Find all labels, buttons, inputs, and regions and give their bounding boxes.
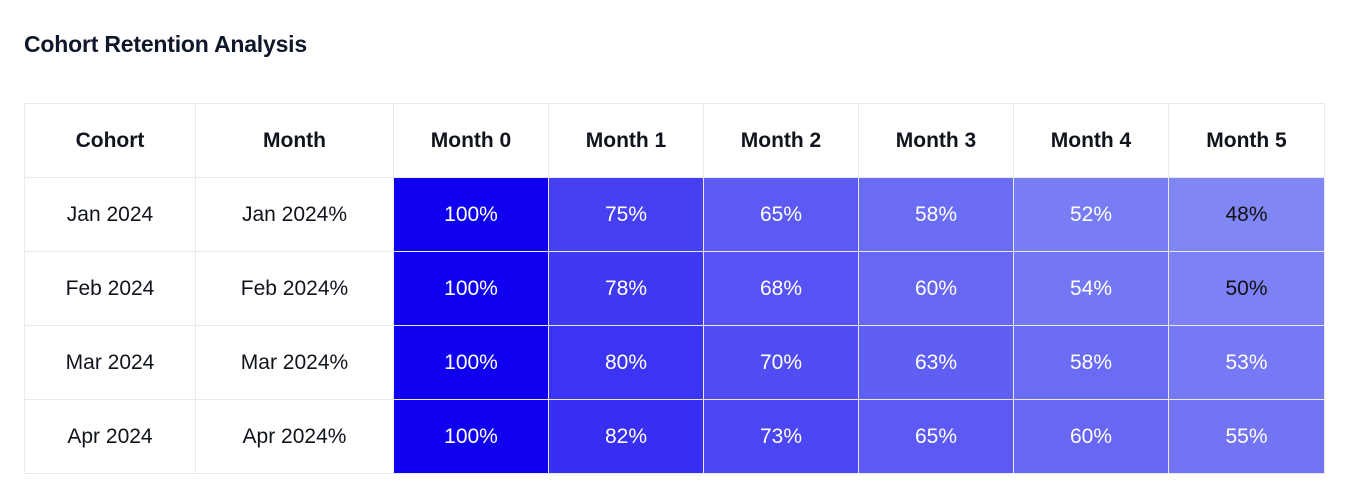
table-row: Mar 2024 Mar 2024% 100% 80% 70% 63% 58% 53%	[24, 325, 1325, 400]
heatmap-cell-m4: 58%	[1013, 325, 1169, 400]
cell-month: Apr 2024%	[195, 399, 394, 474]
heatmap-cell-m4: 54%	[1013, 251, 1169, 326]
table-header: Cohort Month Month 0 Month 1 Month 2 Mon…	[24, 103, 1325, 178]
heatmap-cell-m5: 48%	[1168, 177, 1325, 252]
column-header-cohort[interactable]: Cohort	[24, 103, 196, 178]
heatmap-cell-m0: 100%	[393, 251, 549, 326]
column-header-month-3[interactable]: Month 3	[858, 103, 1014, 178]
table-header-row: Cohort Month Month 0 Month 1 Month 2 Mon…	[24, 103, 1325, 178]
heatmap-cell-m3: 60%	[858, 251, 1014, 326]
table-row: Jan 2024 Jan 2024% 100% 75% 65% 58% 52% 48%	[24, 177, 1325, 252]
cohort-retention-table: Cohort Month Month 0 Month 1 Month 2 Mon…	[24, 103, 1325, 474]
cell-month: Feb 2024%	[195, 251, 394, 326]
heatmap-cell-m3: 65%	[858, 399, 1014, 474]
heatmap-cell-m3: 58%	[858, 177, 1014, 252]
cell-cohort: Mar 2024	[24, 325, 196, 400]
column-header-month-5[interactable]: Month 5	[1168, 103, 1325, 178]
heatmap-cell-m3: 63%	[858, 325, 1014, 400]
table-row: Apr 2024 Apr 2024% 100% 82% 73% 65% 60% 55%	[24, 399, 1325, 474]
heatmap-cell-m1: 78%	[548, 251, 704, 326]
cohort-table-container: Cohort Month Month 0 Month 1 Month 2 Mon…	[24, 103, 1325, 474]
table-body: Jan 2024 Jan 2024% 100% 75% 65% 58% 52% 48% Feb …	[24, 177, 1325, 474]
column-header-month-1[interactable]: Month 1	[548, 103, 704, 178]
column-header-month-0[interactable]: Month 0	[393, 103, 549, 178]
page-title: Cohort Retention Analysis	[24, 31, 307, 57]
heatmap-cell-m2: 65%	[703, 177, 859, 252]
heatmap-cell-m1: 75%	[548, 177, 704, 252]
heatmap-cell-m2: 68%	[703, 251, 859, 326]
cell-cohort: Feb 2024	[24, 251, 196, 326]
heatmap-cell-m5: 50%	[1168, 251, 1325, 326]
heatmap-cell-m1: 80%	[548, 325, 704, 400]
heatmap-cell-m5: 55%	[1168, 399, 1325, 474]
cohort-retention-panel: Cohort Retention Analysis Cohort Month M…	[0, 0, 1354, 500]
cell-month: Mar 2024%	[195, 325, 394, 400]
heatmap-cell-m2: 73%	[703, 399, 859, 474]
heatmap-cell-m1: 82%	[548, 399, 704, 474]
heatmap-cell-m5: 53%	[1168, 325, 1325, 400]
heatmap-cell-m0: 100%	[393, 177, 549, 252]
cell-cohort: Jan 2024	[24, 177, 196, 252]
heatmap-cell-m0: 100%	[393, 325, 549, 400]
heatmap-cell-m4: 60%	[1013, 399, 1169, 474]
column-header-month[interactable]: Month	[195, 103, 394, 178]
cell-month: Jan 2024%	[195, 177, 394, 252]
column-header-month-4[interactable]: Month 4	[1013, 103, 1169, 178]
cell-cohort: Apr 2024	[24, 399, 196, 474]
heatmap-cell-m2: 70%	[703, 325, 859, 400]
table-row: Feb 2024 Feb 2024% 100% 78% 68% 60% 54% 50%	[24, 251, 1325, 326]
heatmap-cell-m0: 100%	[393, 399, 549, 474]
heatmap-cell-m4: 52%	[1013, 177, 1169, 252]
column-header-month-2[interactable]: Month 2	[703, 103, 859, 178]
